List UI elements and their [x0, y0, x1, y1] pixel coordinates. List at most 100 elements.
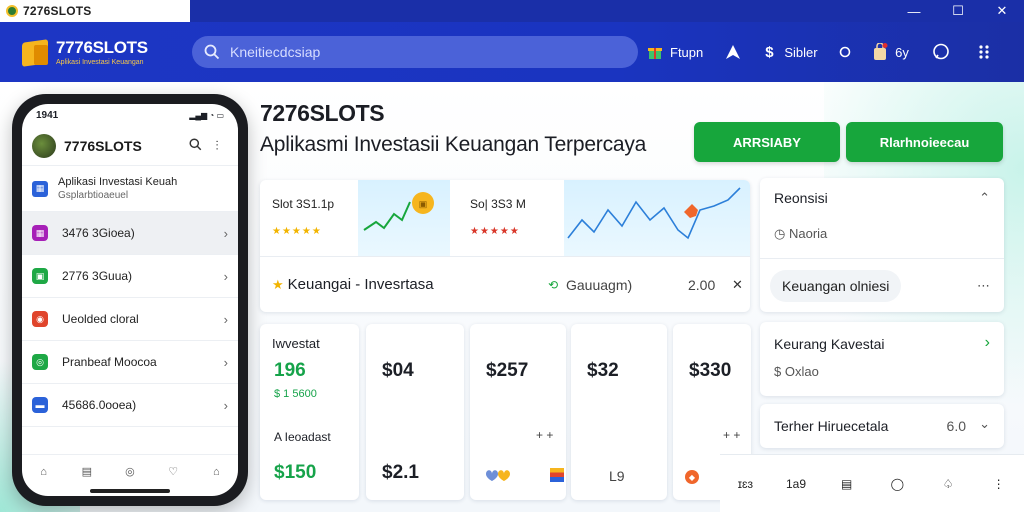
phone-signal-icon: ▂▄▆ ◔ ▭	[189, 110, 224, 120]
price-delta: + +	[723, 428, 741, 442]
window-titlebar: 7276SLOTS — ☐ ✕	[0, 0, 1024, 22]
section-title: Reonsisi	[774, 190, 828, 206]
search-bar[interactable]	[192, 36, 638, 68]
right-panel-mid[interactable]: Keurang Kavestai › $ Oxlao	[760, 322, 1004, 396]
right-panel-bottom[interactable]: Terher Hiruecetala 6.0 ⌄	[760, 404, 1004, 448]
section-value: 6.0	[946, 418, 966, 434]
featured-row[interactable]: ★ Keuangai - Invesrtasa ⟲ Gauuagm) 2.00 …	[260, 256, 750, 312]
more-vertical-icon[interactable]: ⋮	[988, 477, 1010, 491]
header-action-navigate[interactable]	[716, 22, 750, 82]
right-panel-top: Reonsisi ⌃ ◷ Naoria Keuangan olniesi ⋯	[760, 178, 1004, 312]
chat-icon	[932, 43, 950, 61]
list-item[interactable]: ▬ 45686.0ooea) ›	[22, 384, 238, 427]
toolbar-item[interactable]: ɪɛɜ	[734, 477, 756, 491]
phone-screen: 1941 ▂▄▆ ◔ ▭ 7776SLOTS ⫶ ▦ Aplikasi Inve…	[22, 104, 238, 496]
phone-home-indicator	[90, 489, 170, 493]
price-card-1[interactable]: $04 $2.1	[366, 324, 464, 500]
toolbar-item[interactable]: 1a9	[785, 477, 807, 491]
investment-value-2: $150	[274, 462, 317, 483]
avatar[interactable]	[32, 133, 56, 158]
header-action-ftupn[interactable]: Ftupn	[646, 22, 716, 82]
more-icon[interactable]: ⋯	[977, 278, 990, 294]
price-value: $257	[486, 360, 529, 381]
phone-brand: 7776SLOTS	[64, 137, 142, 154]
tab-profile-icon[interactable]: ⌂	[204, 466, 228, 478]
investment-sub: $ 1 5600	[274, 388, 317, 400]
list-item-label: 45686.0ooea)	[62, 398, 137, 412]
calendar-icon[interactable]: ▤	[836, 477, 858, 491]
fox-icon: ◆	[685, 470, 699, 484]
chevron-right-icon: ›	[984, 334, 990, 351]
list-item-label: 3476 3Gioea)	[62, 226, 135, 240]
list-item[interactable]: ▦ 3476 3Gioea) ›	[22, 212, 238, 255]
bell-icon[interactable]: ♤	[937, 477, 959, 491]
phone-search-icon[interactable]	[184, 137, 206, 154]
window-controls: — ☐ ✕	[892, 0, 1024, 22]
chevron-up-icon[interactable]: ⌃	[979, 190, 990, 206]
slot-icon: ◉	[32, 311, 48, 327]
price-value-bottom: $2.1	[382, 462, 419, 483]
app-logo-icon	[6, 5, 18, 17]
section-subtitle: Naoria	[788, 226, 828, 241]
close-icon[interactable]: ✕	[732, 277, 743, 293]
phone-app-bar: 7776SLOTS ⫶	[22, 126, 238, 166]
primary-cta-button[interactable]: ARRSIABY	[694, 122, 840, 162]
gift-icon	[646, 43, 664, 61]
investment-label-2: A Ieoadast	[274, 430, 331, 444]
brand-tagline: Aplikasi Investasi Keuangan	[56, 59, 144, 66]
list-item[interactable]: ◎ Pranbeaf Moocoa ›	[22, 341, 238, 384]
search-icon	[204, 44, 220, 60]
trend-line-icon	[567, 187, 741, 240]
slot-card-2[interactable]: So| 3S3 M ★★★★★	[458, 180, 750, 256]
list-item[interactable]: ▣ 2776 3Guua) ›	[22, 255, 238, 298]
price-value: $330	[689, 360, 732, 381]
header-action-bag[interactable]: 6y	[862, 22, 918, 82]
tab-wallet-icon[interactable]: ▤	[75, 465, 99, 478]
trend-line-icon: ▣	[363, 192, 434, 231]
rating-stars: ★★★★★	[272, 226, 322, 237]
list-item[interactable]: ◉ Ueolded cloral ›	[22, 298, 238, 341]
header-action-circle[interactable]	[828, 22, 862, 82]
app-header: 7776SLOTS Aplikasi Investasi Keuangan Ft…	[0, 22, 1024, 82]
slot-chart-1: ▣	[358, 180, 450, 256]
header-action-sibler[interactable]: $ Sibler	[750, 22, 828, 82]
brand[interactable]: 7776SLOTS Aplikasi Investasi Keuangan	[20, 37, 170, 67]
brand-cube-icon	[20, 37, 50, 67]
price-card-2[interactable]: $257 + +	[470, 324, 566, 500]
tab-favorite-icon[interactable]: ♡	[161, 465, 185, 478]
maximize-button[interactable]: ☐	[936, 0, 980, 22]
investment-card[interactable]: Iwvestat 196 $ 1 5600 A Ieoadast $150	[260, 324, 359, 500]
investment-title: Iwvestat	[272, 336, 320, 351]
price-value: $04	[382, 360, 414, 381]
status-icon: ⟲	[548, 277, 559, 292]
close-button[interactable]: ✕	[980, 0, 1024, 22]
phone-filter-icon[interactable]: ⫶	[206, 138, 228, 154]
list-item-label: 2776 3Guua)	[62, 269, 133, 283]
circle-icon	[836, 43, 854, 61]
chevron-down-icon[interactable]: ⌄	[979, 416, 990, 432]
svg-text:▣: ▣	[419, 199, 428, 209]
minimize-button[interactable]: —	[892, 0, 936, 22]
dollar-icon: $	[765, 43, 774, 61]
section-subtitle-row: ◷ Naoria	[774, 226, 828, 241]
secondary-cta-button[interactable]: Rlarhnoieecau	[846, 122, 1003, 162]
header-action-chat[interactable]	[918, 22, 964, 82]
header-action-grid[interactable]	[964, 22, 1004, 82]
tab-explore-icon[interactable]: ◎	[118, 465, 142, 478]
tab-home-icon[interactable]: ⌂	[32, 466, 56, 478]
header-actions: Ftupn $ Sibler 6y	[646, 22, 1004, 82]
slot-name: So| 3S3 M	[470, 197, 526, 211]
price-value: $32	[587, 360, 619, 381]
search-input[interactable]	[230, 44, 610, 60]
category-pill[interactable]: Keuangan olniesi	[770, 270, 902, 302]
chevron-right-icon: ›	[223, 354, 228, 370]
slot-icon: ◎	[32, 354, 48, 370]
header-action-label: 6y	[895, 44, 909, 60]
header-action-label: Ftupn	[670, 44, 704, 60]
brand-name: 7776SLOTS	[56, 38, 148, 57]
slot-card-1[interactable]: Slot 3S1.1p ★★★★★ ▣	[260, 180, 450, 256]
price-card-3[interactable]: $32 L9	[571, 324, 667, 500]
search-circle-icon[interactable]: ◯	[886, 477, 908, 491]
phone-list-header[interactable]: ▦ Aplikasi Investasi Keuah Gsplarbtioaeu…	[22, 166, 238, 212]
slot-icon: ▣	[32, 268, 48, 284]
